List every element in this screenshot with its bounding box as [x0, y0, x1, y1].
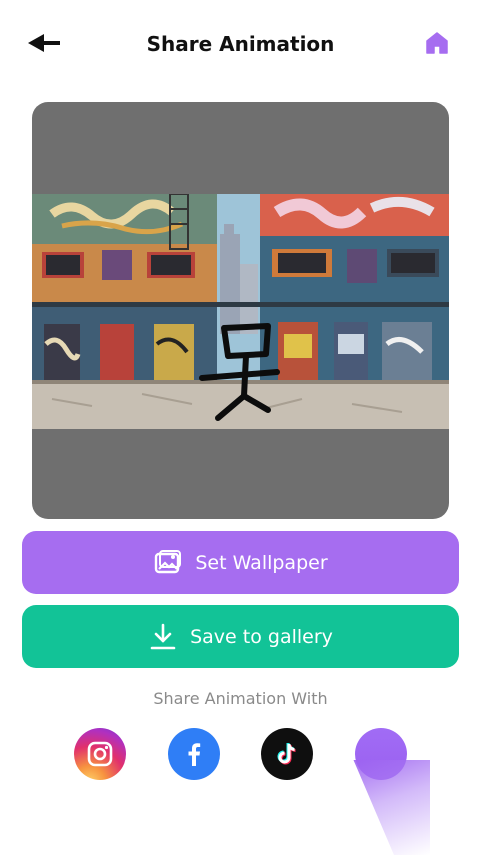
facebook-icon — [188, 743, 201, 766]
share-instagram-button[interactable] — [74, 728, 126, 780]
instagram-icon — [87, 741, 113, 767]
save-to-gallery-label: Save to gallery — [190, 625, 333, 648]
animation-frame-image — [32, 194, 449, 429]
share-facebook-button[interactable] — [168, 728, 220, 780]
set-wallpaper-button[interactable]: Set Wallpaper — [22, 531, 459, 594]
page-title: Share Animation — [146, 32, 335, 56]
save-to-gallery-button[interactable]: Save to gallery — [22, 605, 459, 668]
share-section-label: Share Animation With — [153, 689, 328, 708]
tiktok-icon — [277, 742, 296, 765]
share-tiktok-button[interactable] — [261, 728, 313, 780]
animation-preview — [32, 102, 449, 519]
image-icon — [153, 548, 183, 578]
set-wallpaper-label: Set Wallpaper — [195, 551, 328, 574]
app-header: Share Animation — [0, 0, 481, 88]
share-more-button[interactable] — [355, 728, 407, 780]
home-button[interactable] — [425, 31, 449, 55]
home-icon — [426, 32, 448, 54]
download-icon — [148, 622, 178, 652]
